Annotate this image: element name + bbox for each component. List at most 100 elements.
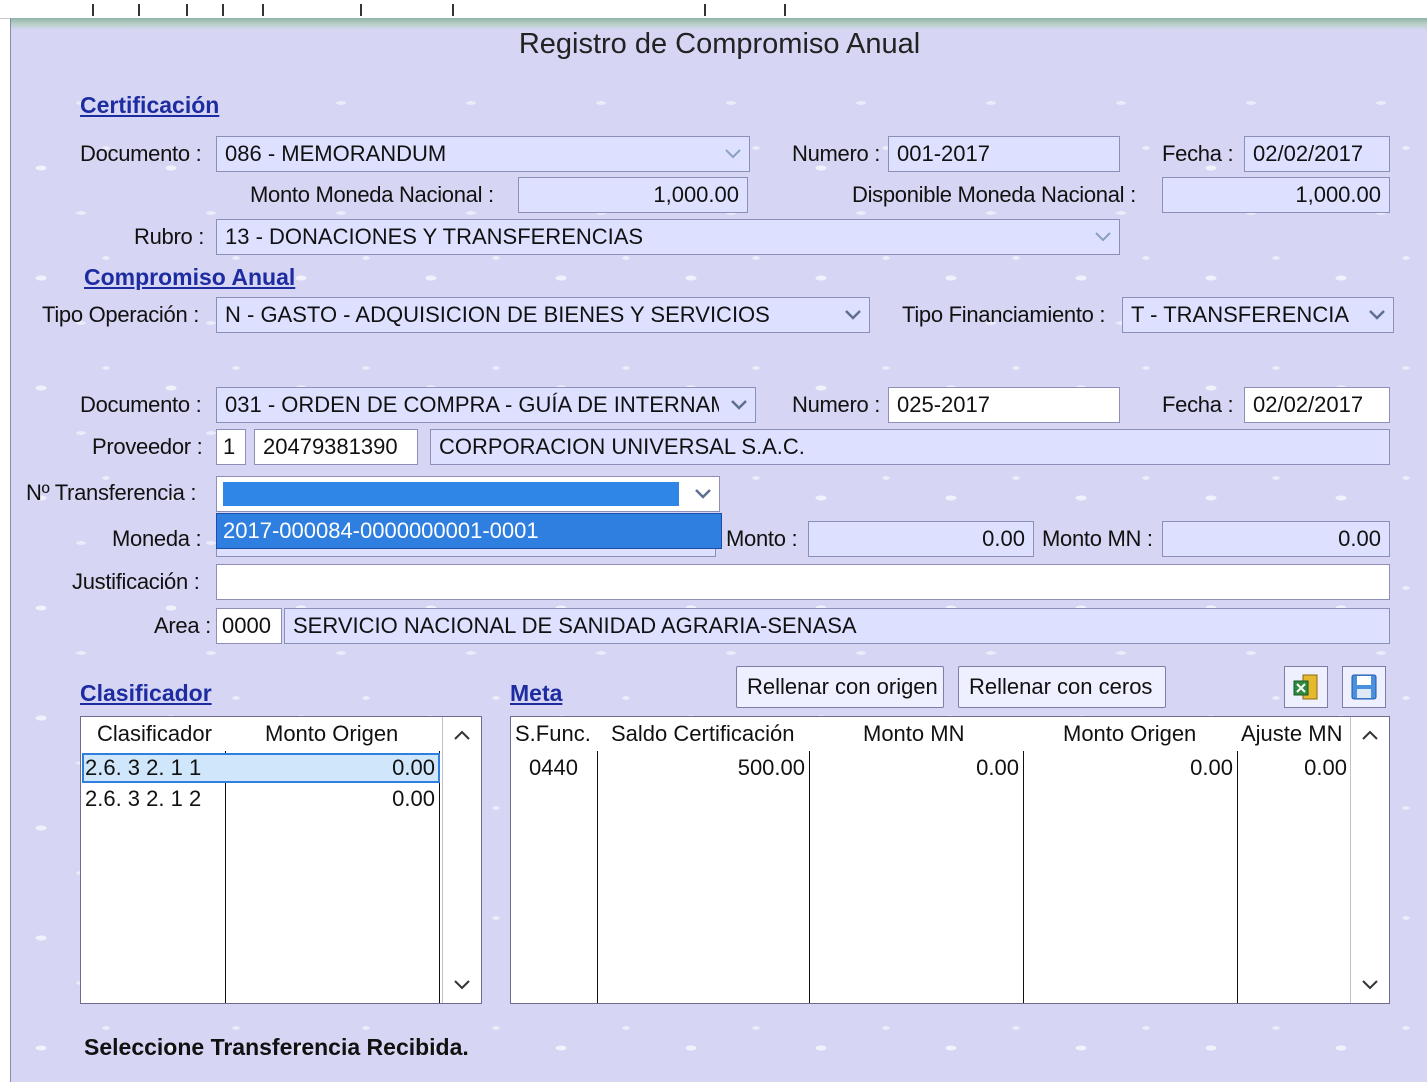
proveedor-nombre-value: CORPORACION UNIVERSAL S.A.C.: [439, 434, 805, 459]
clasificador-cell: 2.6. 3 2. 1 2: [85, 786, 202, 811]
meta-section-title: Meta: [510, 680, 563, 706]
transferencia-select[interactable]: [216, 476, 720, 512]
chevron-down-icon[interactable]: [1361, 979, 1379, 991]
transferencia-selected-highlight: [223, 482, 679, 506]
chevron-down-icon[interactable]: [1088, 221, 1118, 253]
moneda-label: Moneda :: [112, 526, 202, 551]
cert-numero-value: 001-2017: [897, 141, 990, 166]
justificacion-field[interactable]: [216, 564, 1390, 600]
proveedor-ruc-value: 20479381390: [263, 434, 398, 459]
grid-divider: [809, 751, 810, 1003]
grid-divider: [1237, 751, 1238, 1003]
chevron-up-icon[interactable]: [453, 729, 471, 741]
comp-fecha-value: 02/02/2017: [1253, 392, 1364, 417]
strip-tick: [138, 4, 140, 16]
cert-rubro-select[interactable]: 13 - DONACIONES Y TRANSFERENCIAS: [216, 219, 1120, 255]
grid-divider: [1023, 751, 1024, 1003]
clasificador-cell: 2.6. 3 2. 1 1: [85, 755, 202, 780]
proveedor-nombre-field: CORPORACION UNIVERSAL S.A.C.: [430, 429, 1390, 465]
strip-tick: [186, 4, 188, 16]
area-nombre-field: SERVICIO NACIONAL DE SANIDAD AGRARIA-SEN…: [284, 608, 1390, 644]
cert-monto-mn-field[interactable]: 1,000.00: [518, 177, 748, 213]
meta-scrollbar[interactable]: [1350, 717, 1389, 1003]
grid-divider: [225, 751, 226, 1003]
comp-fecha-label: Fecha :: [1162, 392, 1234, 417]
saldo-col-header: Saldo Certificación: [611, 721, 795, 746]
cert-monto-mn-value: 1,000.00: [653, 182, 739, 207]
monto-cell: 0.00: [392, 786, 435, 811]
strip-tick: [704, 4, 706, 16]
cert-documento-label: Documento :: [80, 141, 202, 166]
cert-disponible-value: 1,000.00: [1295, 182, 1381, 207]
cert-documento-select[interactable]: 086 - MEMORANDUM: [216, 136, 750, 172]
chevron-down-icon[interactable]: [838, 299, 868, 331]
cert-numero-label: Numero :: [792, 141, 881, 166]
cert-numero-field[interactable]: 001-2017: [888, 136, 1120, 172]
clasificador-scrollbar[interactable]: [442, 717, 481, 1003]
tipo-operacion-value: N - GASTO - ADQUISICION DE BIENES Y SERV…: [225, 302, 770, 327]
strip-tick: [92, 4, 94, 16]
sfunc-cell: 0440: [529, 755, 578, 780]
tipo-financiamiento-select[interactable]: T - TRANSFERENCIA: [1122, 297, 1394, 333]
strip-tick: [262, 4, 264, 16]
area-label: Area :: [154, 613, 211, 638]
tipo-operacion-select[interactable]: N - GASTO - ADQUISICION DE BIENES Y SERV…: [216, 297, 870, 333]
cert-fecha-value: 02/02/2017: [1253, 141, 1364, 166]
transferencia-dropdown-option[interactable]: 2017-000084-0000000001-0001: [216, 513, 722, 549]
ajuste-mn-cell[interactable]: 0.00: [1241, 754, 1347, 782]
cert-rubro-value: 13 - DONACIONES Y TRANSFERENCIAS: [225, 224, 644, 249]
comp-numero-value: 025-2017: [897, 392, 990, 417]
cert-fecha-field[interactable]: 02/02/2017: [1244, 136, 1390, 172]
comp-documento-select[interactable]: 031 - ORDEN DE COMPRA - GUÍA DE INTERNAM…: [216, 387, 756, 423]
compromiso-section-title: Compromiso Anual: [84, 264, 296, 290]
justificacion-label: Justificación :: [72, 569, 200, 594]
area-nombre-value: SERVICIO NACIONAL DE SANIDAD AGRARIA-SEN…: [293, 613, 857, 638]
comp-documento-value: 031 - ORDEN DE COMPRA - GUÍA DE INTERNAM…: [225, 392, 719, 417]
monto-origen-col-header: Monto Origen: [265, 721, 399, 746]
transferencia-label: Nº Transferencia :: [26, 480, 197, 505]
comp-fecha-field[interactable]: 02/02/2017: [1244, 387, 1390, 423]
proveedor-ruc-field[interactable]: 20479381390: [254, 429, 418, 465]
strip-tick: [784, 4, 786, 16]
meta-grid[interactable]: S.Func. Saldo Certificación Monto MN Mon…: [510, 716, 1390, 1004]
monto-mn-col-header: Monto MN: [863, 721, 965, 746]
proveedor-tipo-field[interactable]: 1: [216, 429, 246, 465]
cert-documento-value: 086 - MEMORANDUM: [225, 141, 447, 166]
meta-body-bg: [511, 751, 1023, 1003]
tipo-financiamiento-label: Tipo Financiamiento :: [902, 302, 1106, 327]
chevron-down-icon[interactable]: [1362, 299, 1392, 331]
sfunc-col-header: S.Func.: [515, 721, 591, 746]
cert-disponible-label: Disponible Moneda Nacional :: [852, 182, 1136, 207]
comp-documento-label: Documento :: [80, 392, 202, 417]
saldo-cell: 500.00: [737, 755, 805, 780]
chevron-down-icon[interactable]: [724, 389, 754, 421]
cert-disponible-field[interactable]: 1,000.00: [1162, 177, 1390, 213]
editable-column-bg: [1023, 751, 1239, 1003]
area-codigo-field[interactable]: 0000: [216, 608, 282, 644]
rellenar-ceros-button[interactable]: Rellenar con ceros: [958, 666, 1166, 708]
monto-origen-cell[interactable]: 0.00: [1029, 754, 1233, 782]
monto-field[interactable]: 0.00: [808, 521, 1034, 557]
chevron-up-icon[interactable]: [1361, 729, 1379, 741]
rellenar-origen-button[interactable]: Rellenar con origen: [736, 666, 944, 708]
title-bar: Registro de Compromiso Anual: [11, 18, 1427, 62]
proveedor-label: Proveedor :: [92, 434, 203, 459]
cert-rubro-label: Rubro :: [134, 224, 205, 249]
chevron-down-icon[interactable]: [453, 979, 471, 991]
monto-origen-col-header: Monto Origen: [1063, 721, 1197, 746]
cert-fecha-label: Fecha :: [1162, 141, 1234, 166]
ajuste-mn-col-header: Ajuste MN: [1241, 721, 1343, 746]
comp-numero-field[interactable]: 025-2017: [888, 387, 1120, 423]
meta-body-bg: [1239, 751, 1353, 1003]
monto-mn-field[interactable]: 0.00: [1162, 521, 1390, 557]
clasificador-grid[interactable]: Clasificador Monto Origen 2.6. 3 2. 1 1 …: [80, 716, 482, 1004]
tipo-operacion-label: Tipo Operación :: [42, 302, 200, 327]
cert-monto-mn-label: Monto Moneda Nacional :: [250, 182, 494, 207]
chevron-down-icon[interactable]: [718, 138, 748, 170]
export-excel-button[interactable]: [1284, 666, 1328, 708]
save-button[interactable]: [1342, 666, 1386, 708]
clasificador-section-title: Clasificador: [80, 680, 212, 706]
grid-divider: [439, 751, 440, 1003]
background-toolbar-strip: [0, 0, 1427, 19]
chevron-down-icon[interactable]: [688, 478, 718, 510]
